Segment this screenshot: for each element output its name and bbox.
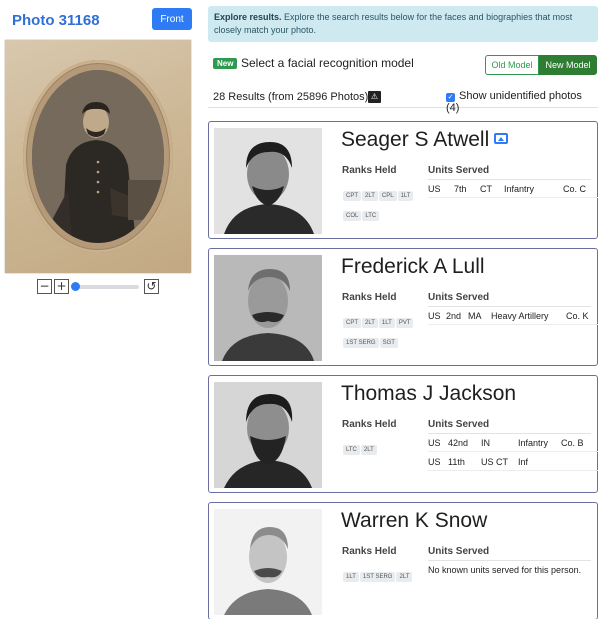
front-button[interactable]: Front — [152, 8, 192, 30]
rank-badge: PVT — [395, 318, 414, 328]
photo-panel: Photo 31168 Front − + ↺ — [0, 0, 200, 619]
result-card[interactable]: Warren K Snow Ranks Held Units Served 1L… — [208, 502, 598, 619]
header-divider — [428, 560, 591, 561]
face-photo[interactable] — [214, 382, 322, 488]
rank-badge: 1LT — [378, 318, 395, 328]
person-name[interactable]: Thomas J Jackson — [341, 382, 516, 406]
results-count: 28 Results (from 25896 Photos) — [213, 91, 369, 103]
unit-state: MA — [468, 311, 482, 321]
old-model-button[interactable]: Old Model — [485, 55, 539, 75]
person-name[interactable]: Frederick A Lull — [341, 255, 485, 279]
rank-badge: 2LT — [362, 191, 378, 201]
face-image — [214, 128, 322, 234]
zoom-out-button[interactable]: − — [37, 279, 52, 294]
unit-row: US 42nd IN Infantry Co. B — [428, 434, 598, 452]
model-label: Select a facial recognition model — [241, 56, 414, 70]
new-badge: New — [213, 58, 238, 69]
face-photo[interactable] — [214, 509, 322, 615]
rank-badge: 2LT — [360, 445, 377, 455]
ranks-header: Ranks Held — [342, 292, 397, 303]
unit-row: US 11th US CT Inf — [428, 453, 598, 471]
units-header: Units Served — [428, 165, 490, 176]
unit-branch: Infantry — [518, 438, 549, 448]
new-model-button[interactable]: New Model — [539, 55, 597, 75]
face-photo[interactable] — [214, 255, 322, 361]
uploaded-photo[interactable] — [5, 40, 191, 273]
rank-badge: 2LT — [362, 318, 378, 328]
ranks-list: CPT 2LT 1LT PVT 1ST SERG SGT — [343, 311, 415, 351]
results-summary: 28 Results (from 25896 Photos) ⚠ ✓ Show u… — [208, 86, 598, 114]
ranks-list: 1LT 1ST SERG 2LT — [343, 565, 415, 585]
units-header: Units Served — [428, 419, 490, 430]
zoom-slider-thumb[interactable] — [71, 282, 80, 291]
model-selector: New Select a facial recognition model Ol… — [208, 54, 598, 76]
zoom-in-button[interactable]: + — [54, 279, 69, 294]
rank-badge: CPT — [343, 318, 361, 328]
photo-title: Photo 31168 — [12, 12, 100, 29]
person-name[interactable]: Warren K Snow — [341, 509, 487, 533]
unit-country: US — [428, 311, 441, 321]
unit-company: Co. B — [561, 438, 584, 448]
rank-badge: LTC — [362, 211, 380, 221]
rank-badge: COL — [343, 211, 362, 221]
unit-number: 2nd — [446, 311, 462, 321]
units-header: Units Served — [428, 546, 490, 557]
unit-state: IN — [481, 438, 490, 448]
person-name[interactable]: Seager S Atwell — [341, 128, 509, 152]
ranks-header: Ranks Held — [342, 546, 397, 557]
rank-badge: CPL — [378, 191, 397, 201]
gallery-icon[interactable] — [494, 133, 509, 144]
show-unidentified-label: Show unidentified photos (4) — [446, 90, 582, 114]
unit-branch: Heavy Artillery — [491, 311, 549, 321]
show-unidentified-toggle[interactable]: ✓ Show unidentified photos (4) — [446, 90, 598, 114]
unit-state: CT — [480, 184, 492, 194]
rank-badge: 2LT — [396, 572, 413, 582]
face-image — [214, 509, 322, 615]
unit-row: US 2nd MA Heavy Artillery Co. K — [428, 307, 598, 325]
alert-bold: Explore results. — [214, 12, 282, 22]
result-card[interactable]: Thomas J Jackson Ranks Held Units Served… — [208, 375, 598, 493]
rank-badge: CPT — [343, 191, 361, 201]
unit-number: 42nd — [448, 438, 469, 448]
ranks-header: Ranks Held — [342, 419, 397, 430]
unit-number: 7th — [454, 184, 467, 194]
rank-badge: SGT — [379, 338, 398, 348]
unit-state: US CT — [481, 457, 508, 467]
unit-country: US — [428, 184, 441, 194]
soldier-portrait-image — [32, 70, 164, 243]
person-name-text[interactable]: Seager S Atwell — [341, 128, 489, 151]
result-card[interactable]: Seager S Atwell Ranks Held Units Served … — [208, 121, 598, 239]
rank-badge: 1LT — [397, 191, 414, 201]
unit-company: Co. C — [563, 184, 587, 194]
unit-branch: Infantry — [504, 184, 535, 194]
photo-oval — [32, 70, 164, 243]
no-units-message: No known units served for this person. — [428, 565, 582, 575]
unit-number: 11th — [448, 457, 465, 467]
ranks-list: LTC 2LT — [343, 438, 415, 458]
ranks-header: Ranks Held — [342, 165, 397, 176]
zoom-slider[interactable] — [73, 285, 139, 289]
reset-rotation-icon[interactable]: ↺ — [144, 279, 159, 294]
rank-badge: 1ST SERG — [359, 572, 396, 582]
face-image — [214, 382, 322, 488]
unit-company: Co. K — [566, 311, 589, 321]
unit-branch: Inf — [518, 457, 529, 467]
unit-country: US — [428, 438, 441, 448]
face-photo[interactable] — [214, 128, 322, 234]
unit-country: US — [428, 457, 441, 467]
rank-badge: 1ST SERG — [343, 338, 379, 348]
checkbox-icon[interactable]: ✓ — [446, 93, 455, 102]
result-card[interactable]: Frederick A Lull Ranks Held Units Served… — [208, 248, 598, 366]
rank-badge: 1LT — [343, 572, 359, 582]
warning-icon[interactable]: ⚠ — [368, 91, 381, 103]
explore-alert: Explore results. Explore the search resu… — [208, 6, 598, 42]
face-image — [214, 255, 322, 361]
ranks-list: CPT 2LT CPL 1LT COL LTC — [343, 184, 415, 224]
unit-row: US 7th CT Infantry Co. C — [428, 180, 598, 198]
units-header: Units Served — [428, 292, 490, 303]
rank-badge: LTC — [343, 445, 360, 455]
